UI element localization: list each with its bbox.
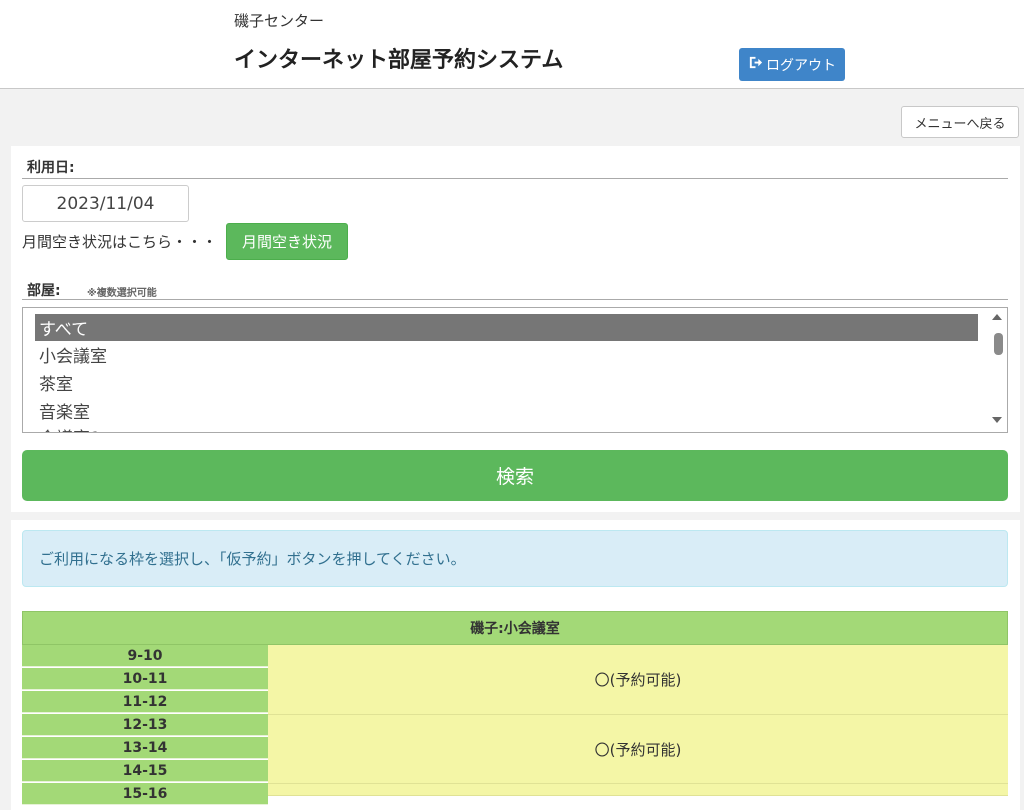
time-slot: 9-10 <box>22 645 268 667</box>
room-select-list[interactable]: すべて 小会議室 茶室 音楽室 会議室1 <box>22 307 1008 433</box>
center-name: 磯子センター <box>234 12 325 30</box>
back-to-menu-button[interactable]: メニューへ戻る <box>901 106 1019 138</box>
room-label: 部屋: <box>27 283 61 299</box>
availability-cell[interactable]: 〇(予約可能) <box>268 645 1008 715</box>
availability-cell[interactable]: 〇(予約可能) <box>268 715 1008 784</box>
info-alert: ご利用になる枠を選択し、「仮予約」ボタンを押してください。 <box>22 530 1008 587</box>
time-slot: 15-16 <box>22 783 268 805</box>
time-slot: 10-11 <box>22 668 268 690</box>
scrollbar-thumb[interactable] <box>994 333 1003 355</box>
room-option-music-room[interactable]: 音楽室 <box>35 397 978 424</box>
app-header: 磯子センター インターネット部屋予約システム ログアウト <box>0 0 1024 89</box>
page-title: インターネット部屋予約システム <box>234 48 564 73</box>
sign-out-icon <box>748 55 763 74</box>
room-option-tea-room[interactable]: 茶室 <box>35 369 978 396</box>
search-button[interactable]: 検索 <box>22 450 1008 501</box>
time-slot: 11-12 <box>22 691 268 713</box>
scroll-up-arrow-icon[interactable] <box>992 314 1002 320</box>
logout-button[interactable]: ログアウト <box>739 48 845 81</box>
room-option-meeting-room[interactable]: 会議室1 <box>35 423 978 432</box>
time-slot: 14-15 <box>22 760 268 782</box>
multi-select-note: ※複数選択可能 <box>87 288 157 299</box>
monthly-availability-text: 月間空き状況はこちら・・・ <box>22 233 218 251</box>
room-option-small-meeting[interactable]: 小会議室 <box>35 341 978 368</box>
date-divider <box>22 178 1008 179</box>
time-slot: 13-14 <box>22 737 268 759</box>
scroll-down-arrow-icon[interactable] <box>992 417 1002 423</box>
date-label: 利用日: <box>27 160 75 176</box>
availability-cell[interactable] <box>268 784 1008 796</box>
date-input[interactable]: 2023/11/04 <box>22 185 189 222</box>
monthly-availability-button[interactable]: 月間空き状況 <box>226 223 348 260</box>
logout-label: ログアウト <box>766 57 836 74</box>
room-divider <box>22 299 1008 300</box>
room-table-header: 磯子:小会議室 <box>22 611 1008 645</box>
room-option-all[interactable]: すべて <box>35 314 978 341</box>
time-slot: 12-13 <box>22 714 268 736</box>
